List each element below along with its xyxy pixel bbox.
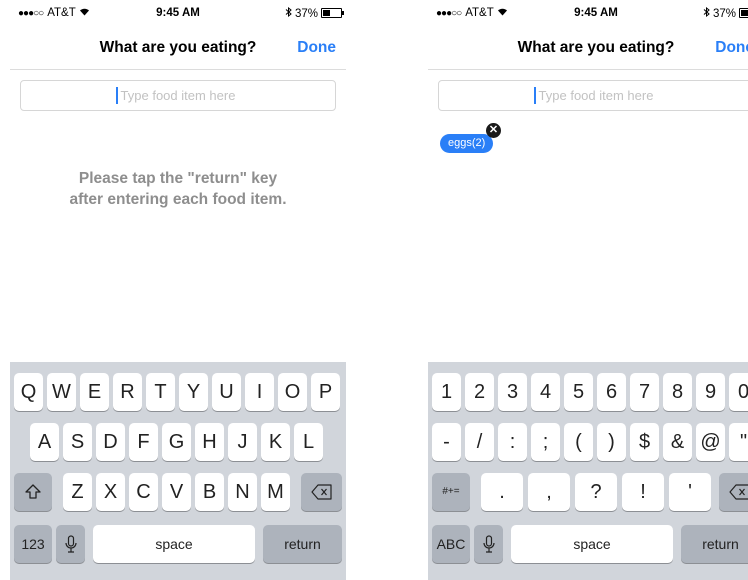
battery-percent: 37% <box>712 8 736 20</box>
bluetooth-icon <box>285 6 292 20</box>
key-b[interactable]: B <box>195 473 224 511</box>
key-n[interactable]: N <box>228 473 257 511</box>
done-button[interactable]: Done <box>715 39 748 57</box>
key-period[interactable]: . <box>481 473 523 511</box>
key-8[interactable]: 8 <box>663 373 692 411</box>
numbers-mode-key[interactable]: 123 <box>14 525 52 563</box>
key-z[interactable]: Z <box>63 473 92 511</box>
key-9[interactable]: 9 <box>696 373 725 411</box>
key-7[interactable]: 7 <box>630 373 659 411</box>
key-t[interactable]: T <box>146 373 175 411</box>
food-input-box[interactable] <box>438 80 748 111</box>
key-question[interactable]: ? <box>575 473 617 511</box>
key-s[interactable]: S <box>63 423 92 461</box>
key-dollar[interactable]: $ <box>630 423 659 461</box>
divider <box>10 69 346 70</box>
battery-icon <box>321 8 344 18</box>
key-m[interactable]: M <box>261 473 290 511</box>
space-key[interactable]: space <box>511 525 673 563</box>
key-2[interactable]: 2 <box>465 373 494 411</box>
return-key[interactable]: return <box>681 525 748 563</box>
letters-mode-key[interactable]: ABC <box>432 525 470 563</box>
status-bar: ●●●○○ AT&T 9:45 AM 37% <box>428 4 748 22</box>
keyboard: Q W E R T Y U I O P A S D F G H J K L Z <box>10 362 346 580</box>
keyboard-row-4: ABC space return <box>428 525 748 563</box>
keyboard-row-3: #+= . , ? ! ' <box>428 473 748 511</box>
mic-icon[interactable] <box>56 525 85 563</box>
keyboard: 1 2 3 4 5 6 7 8 9 0 - / : ; ( ) $ & @ " … <box>428 362 748 580</box>
key-v[interactable]: V <box>162 473 191 511</box>
key-c[interactable]: C <box>129 473 158 511</box>
key-i[interactable]: I <box>245 373 274 411</box>
key-5[interactable]: 5 <box>564 373 593 411</box>
right-screen: ●●●○○ AT&T 9:45 AM 37% What are you eatin… <box>428 0 748 580</box>
left-screen: ●●●○○ AT&T 9:45 AM 37% What are you eatin… <box>10 0 346 580</box>
key-comma[interactable]: , <box>528 473 570 511</box>
mic-icon[interactable] <box>474 525 503 563</box>
key-0[interactable]: 0 <box>729 373 748 411</box>
key-p[interactable]: P <box>311 373 340 411</box>
delete-icon[interactable] <box>719 473 748 511</box>
key-ampersand[interactable]: & <box>663 423 692 461</box>
key-e[interactable]: E <box>80 373 109 411</box>
food-input-box[interactable] <box>20 80 336 111</box>
key-w[interactable]: W <box>47 373 76 411</box>
key-6[interactable]: 6 <box>597 373 626 411</box>
battery-icon <box>739 8 748 18</box>
key-quote[interactable]: " <box>729 423 748 461</box>
navigation-bar: What are you eating? Done <box>428 36 748 64</box>
keyboard-row-1: 1 2 3 4 5 6 7 8 9 0 <box>428 373 748 411</box>
key-close-paren[interactable]: ) <box>597 423 626 461</box>
key-1[interactable]: 1 <box>432 373 461 411</box>
keyboard-row-3: Z X C V B N M <box>10 473 346 511</box>
key-k[interactable]: K <box>261 423 290 461</box>
key-h[interactable]: H <box>195 423 224 461</box>
delete-icon[interactable] <box>301 473 342 511</box>
divider <box>428 69 748 70</box>
key-3[interactable]: 3 <box>498 373 527 411</box>
key-at[interactable]: @ <box>696 423 725 461</box>
navigation-bar: What are you eating? Done <box>10 36 346 64</box>
page-title: What are you eating? <box>517 39 675 56</box>
status-bar: ●●●○○ AT&T 9:45 AM 37% <box>10 4 346 22</box>
key-hyphen[interactable]: - <box>432 423 461 461</box>
keyboard-row-2: A S D F G H J K L <box>10 423 346 461</box>
done-button[interactable]: Done <box>297 39 336 57</box>
space-key[interactable]: space <box>93 525 255 563</box>
key-q[interactable]: Q <box>14 373 43 411</box>
bluetooth-icon <box>703 6 710 20</box>
key-open-paren[interactable]: ( <box>564 423 593 461</box>
key-o[interactable]: O <box>278 373 307 411</box>
keyboard-row-2: - / : ; ( ) $ & @ " <box>428 423 748 461</box>
food-input[interactable] <box>21 81 335 110</box>
key-f[interactable]: F <box>129 423 158 461</box>
keyboard-row-1: Q W E R T Y U I O P <box>10 373 346 411</box>
key-exclamation[interactable]: ! <box>622 473 664 511</box>
key-colon[interactable]: : <box>498 423 527 461</box>
keyboard-row-4: 123 space return <box>10 525 346 563</box>
food-item-chip[interactable]: eggs(2) <box>440 134 494 153</box>
key-l[interactable]: L <box>294 423 323 461</box>
key-u[interactable]: U <box>212 373 241 411</box>
key-semicolon[interactable]: ; <box>531 423 560 461</box>
clock: 9:45 AM <box>574 7 618 19</box>
key-d[interactable]: D <box>96 423 125 461</box>
key-apostrophe[interactable]: ' <box>669 473 711 511</box>
key-g[interactable]: G <box>162 423 191 461</box>
symbols-mode-key[interactable]: #+= <box>432 473 470 511</box>
return-key[interactable]: return <box>263 525 342 563</box>
key-y[interactable]: Y <box>179 373 208 411</box>
instruction-text: Please tap the "return" key after enteri… <box>69 170 287 208</box>
key-x[interactable]: X <box>96 473 125 511</box>
key-4[interactable]: 4 <box>531 373 560 411</box>
key-r[interactable]: R <box>113 373 142 411</box>
battery-percent: 37% <box>294 8 318 20</box>
food-input[interactable] <box>439 81 748 110</box>
close-icon[interactable]: ✕ <box>486 123 501 138</box>
shift-icon[interactable] <box>14 473 52 511</box>
page-title: What are you eating? <box>99 39 257 56</box>
key-slash[interactable]: / <box>465 423 494 461</box>
key-a[interactable]: A <box>30 423 59 461</box>
key-j[interactable]: J <box>228 423 257 461</box>
